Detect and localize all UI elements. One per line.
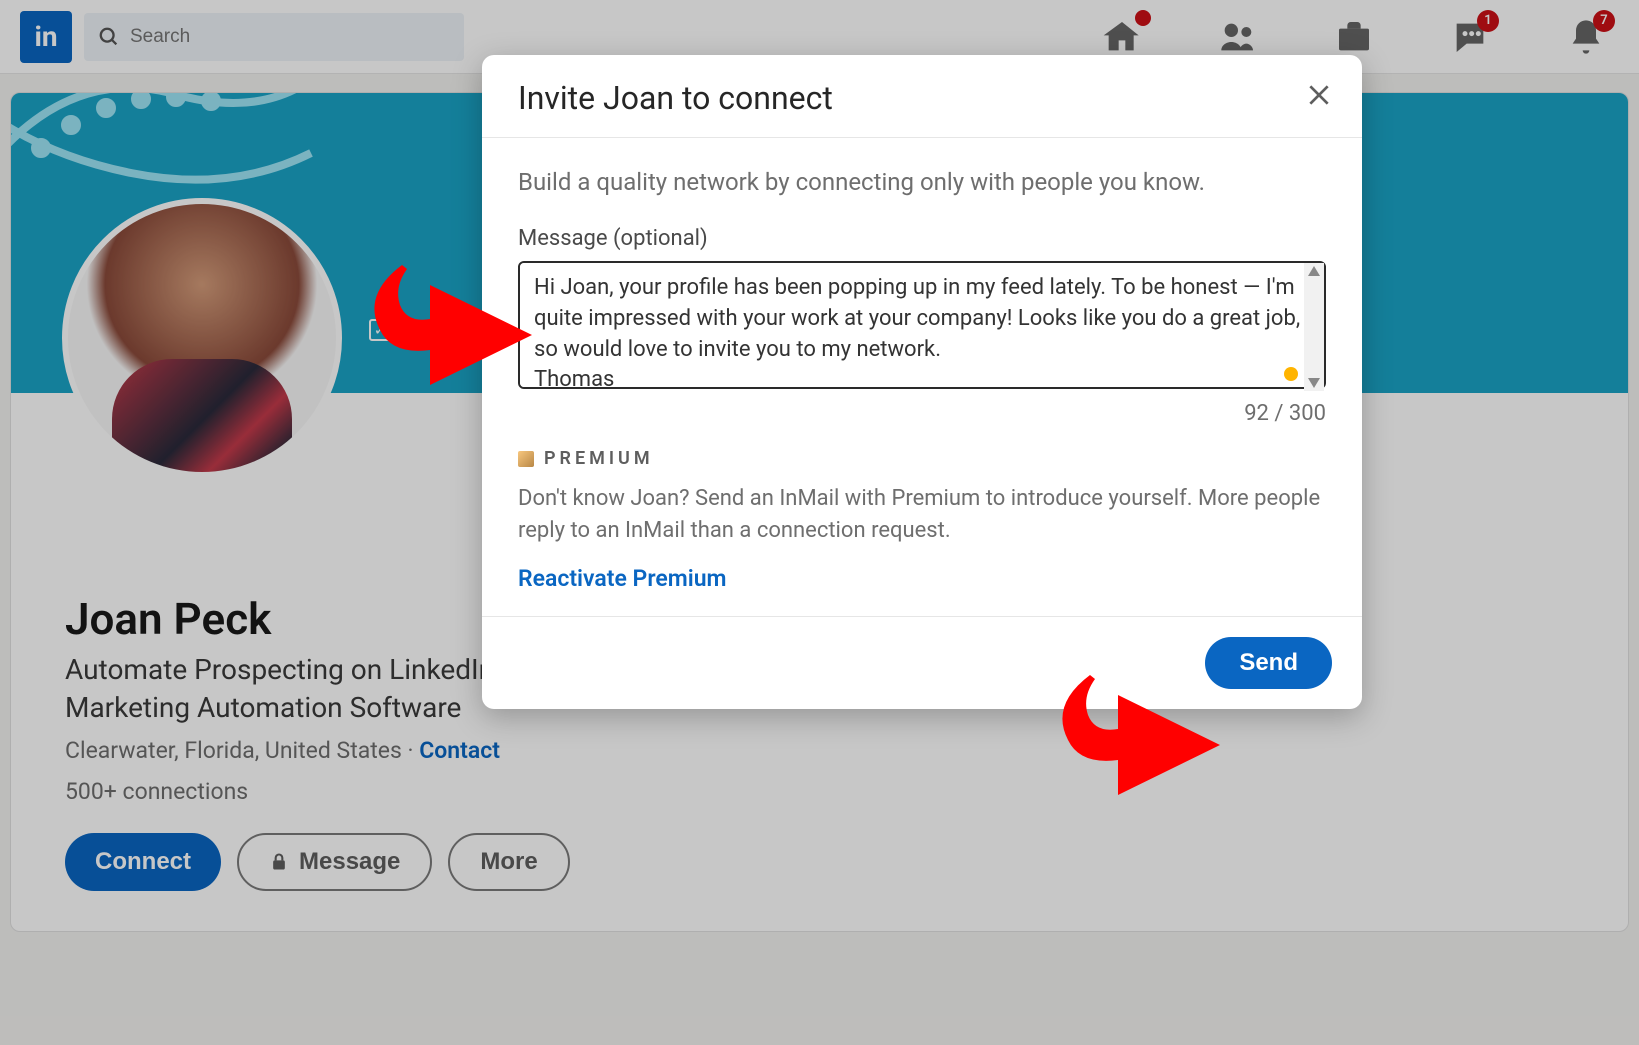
char-count: 92 / 300 xyxy=(518,401,1326,426)
premium-upsell-text: Don't know Joan? Send an InMail with Pre… xyxy=(518,483,1326,547)
modal-footer: Send xyxy=(482,616,1362,709)
textarea-scrollbar[interactable] xyxy=(1304,263,1324,391)
grammar-indicator-icon xyxy=(1284,367,1298,381)
message-label: Message (optional) xyxy=(518,226,1326,251)
modal-note: Build a quality network by connecting on… xyxy=(518,168,1326,196)
invite-modal: Invite Joan to connect Build a quality n… xyxy=(482,55,1362,709)
modal-body: Build a quality network by connecting on… xyxy=(482,138,1362,616)
modal-header: Invite Joan to connect xyxy=(482,55,1362,138)
scroll-up-icon xyxy=(1308,266,1320,276)
close-button[interactable] xyxy=(1306,82,1332,114)
premium-label: PREMIUM xyxy=(518,448,1326,469)
modal-title: Invite Joan to connect xyxy=(518,79,833,117)
close-icon xyxy=(1306,82,1332,108)
premium-icon xyxy=(518,451,534,467)
scroll-down-icon xyxy=(1308,378,1320,388)
message-textarea[interactable] xyxy=(518,261,1326,389)
send-button[interactable]: Send xyxy=(1205,637,1332,689)
reactivate-premium-link[interactable]: Reactivate Premium xyxy=(518,565,727,592)
